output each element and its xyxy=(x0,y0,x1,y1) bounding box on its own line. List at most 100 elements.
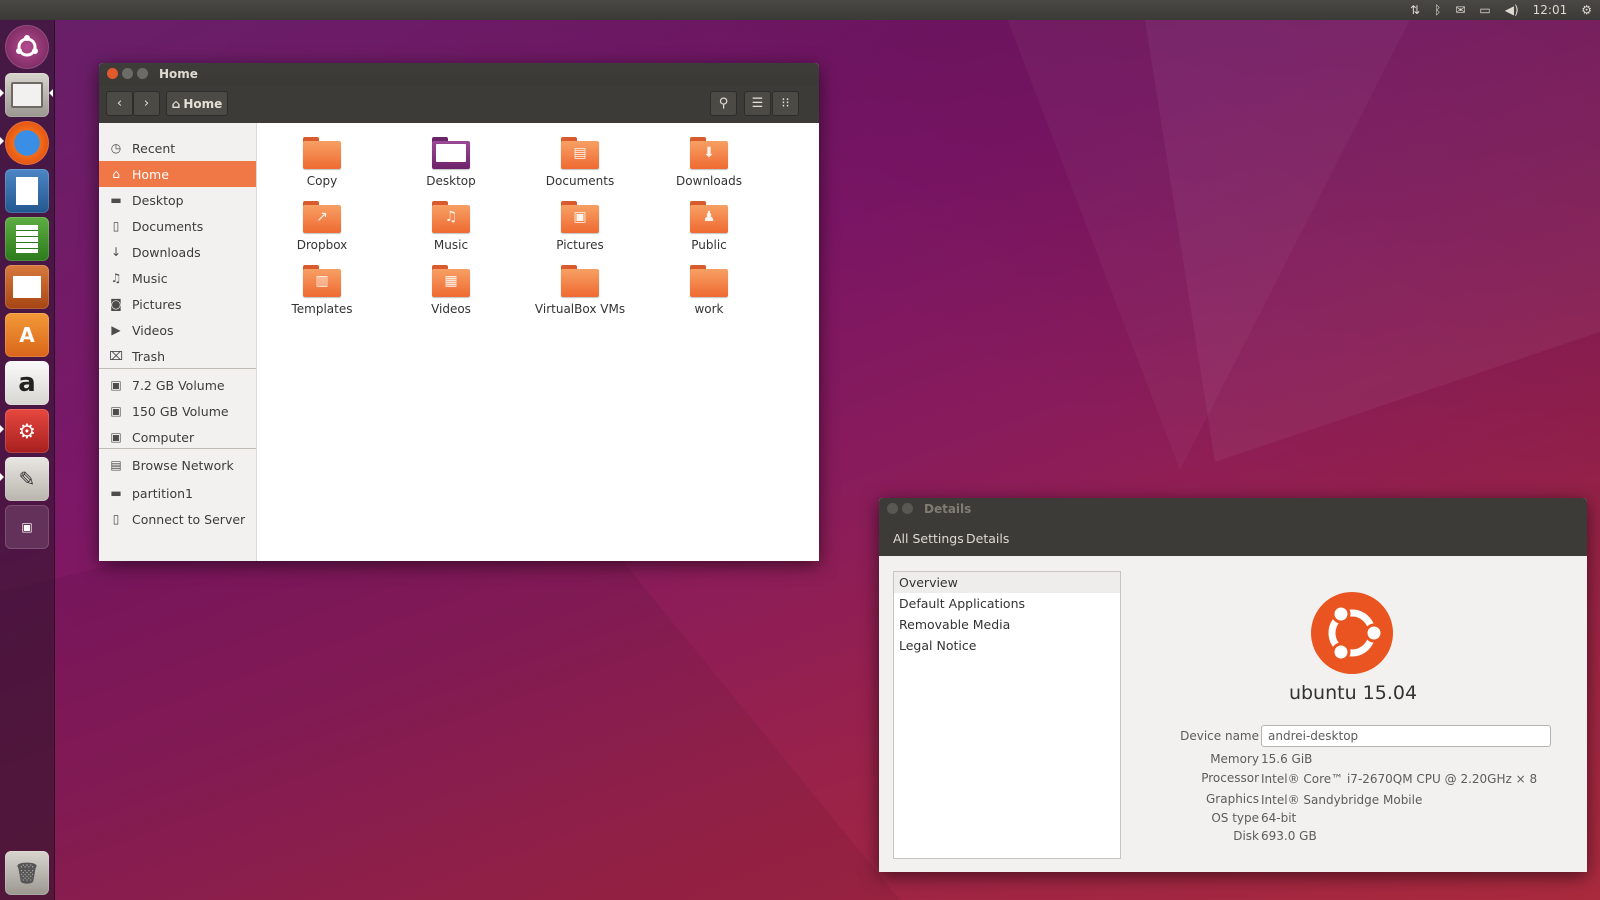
sidebar-item-partition1[interactable]: ▬ partition1 xyxy=(99,480,256,506)
minimize-icon[interactable] xyxy=(122,68,133,79)
top-panel: ⇅ ᛒ ✉ ▭ ◀) 12:01 ⚙ xyxy=(0,0,1600,20)
device-name-field[interactable]: andrei-desktop xyxy=(1261,725,1551,747)
folder-icon: ▤ xyxy=(561,137,599,169)
list-view-button[interactable]: ☰ xyxy=(744,91,771,116)
path-button-label: Home xyxy=(183,96,223,111)
firefox-icon[interactable] xyxy=(5,121,49,165)
clock[interactable]: 12:01 xyxy=(1533,3,1568,17)
sidebar-item-pictures[interactable]: ◙ Pictures xyxy=(99,291,256,317)
system-settings-icon[interactable]: ⚙ xyxy=(5,409,49,453)
folder-emblem-icon: ▥ xyxy=(315,273,329,289)
files-titlebar[interactable]: Home xyxy=(99,63,819,85)
os-type-value: 64-bit xyxy=(1261,811,1297,825)
details-titlebar[interactable]: Details xyxy=(879,498,1587,520)
libreoffice-impress-icon[interactable] xyxy=(5,265,49,309)
bluetooth-icon[interactable]: ᛒ xyxy=(1434,3,1441,17)
sidebar-item-music[interactable]: ♫ Music xyxy=(99,265,256,291)
section-overview[interactable]: Overview xyxy=(894,572,1120,593)
ubuntu-dash-icon[interactable] xyxy=(5,25,49,69)
running-indicator xyxy=(0,473,4,481)
sidebar-item-downloads[interactable]: ↓ Downloads xyxy=(99,239,256,265)
all-settings-button[interactable]: All Settings xyxy=(893,527,964,549)
battery-icon[interactable]: ▭ xyxy=(1479,3,1490,17)
folder-emblem-icon: ♫ xyxy=(444,209,458,225)
search-icon: ⚲ xyxy=(718,96,729,111)
grid-view-button[interactable]: ⁝⁝ xyxy=(772,91,799,116)
close-icon[interactable] xyxy=(107,68,118,79)
maximize-icon[interactable] xyxy=(137,68,148,79)
file-item-downloads[interactable]: ⬇ Downloads xyxy=(654,137,764,188)
back-button[interactable]: ‹ xyxy=(106,91,133,116)
details-breadcrumb[interactable]: Details xyxy=(966,527,1009,549)
sidebar-item-home[interactable]: ⌂ Home xyxy=(99,161,256,187)
gear-icon[interactable]: ⚙ xyxy=(1581,3,1592,17)
sidebar-item-desktop[interactable]: ▬ Desktop xyxy=(99,187,256,213)
details-section-list: Overview Default Applications Removable … xyxy=(893,571,1121,859)
text-editor-icon[interactable]: ✎ xyxy=(5,457,49,501)
memory-label: Memory xyxy=(1210,752,1259,766)
processor-value: Intel® Core™ i7-2670QM CPU @ 2.20GHz × 8 xyxy=(1261,772,1538,786)
software-center-icon[interactable]: A xyxy=(5,313,49,357)
mail-icon[interactable]: ✉ xyxy=(1455,3,1465,17)
amazon-icon[interactable]: a xyxy=(5,361,49,405)
files-icon[interactable] xyxy=(5,73,49,117)
device-name-label: Device name xyxy=(1180,729,1259,743)
sidebar-item-label: Desktop xyxy=(132,192,184,208)
file-item-public[interactable]: ♟ Public xyxy=(654,201,764,252)
sidebar-item-label: Trash xyxy=(132,348,166,364)
processor-label: Processor xyxy=(1201,771,1259,785)
folder-emblem-icon: ▣ xyxy=(573,209,587,225)
file-item-work[interactable]: work xyxy=(654,265,764,316)
sidebar-item-recent[interactable]: ◷ Recent xyxy=(99,135,256,161)
drive-icon: ▣ xyxy=(110,404,122,418)
sidebar-item-label: Music xyxy=(132,270,168,286)
network-icon: ▤ xyxy=(110,458,122,472)
disk-value: 693.0 GB xyxy=(1261,829,1317,843)
file-item-dropbox[interactable]: ↗ Dropbox xyxy=(267,201,377,252)
file-item-documents[interactable]: ▤ Documents xyxy=(525,137,635,188)
details-window: Details All Settings Details Overview De… xyxy=(879,498,1587,872)
file-item-desktop[interactable]: Desktop xyxy=(396,137,506,188)
file-item-label: Templates xyxy=(291,302,353,316)
section-default-applications[interactable]: Default Applications xyxy=(894,593,1120,614)
files-toolbar: ‹ › ⌂ Home ⚲ ☰ ⁝⁝ xyxy=(99,85,819,123)
graphics-label: Graphics xyxy=(1206,792,1259,806)
close-icon[interactable] xyxy=(887,503,898,514)
trash-icon: ⌧ xyxy=(109,349,123,363)
libreoffice-writer-icon[interactable] xyxy=(5,169,49,213)
sidebar-item-label: Computer xyxy=(132,429,195,445)
file-item-music[interactable]: ♫ Music xyxy=(396,201,506,252)
forward-button[interactable]: › xyxy=(133,91,160,116)
sidebar-item-connect-to-server[interactable]: ▯ Connect to Server xyxy=(99,506,256,532)
launcher: A a ⚙ ✎ ▣ 🗑 xyxy=(0,20,55,900)
folder-emblem-icon: ▤ xyxy=(573,145,587,161)
network-icon[interactable]: ⇅ xyxy=(1410,3,1420,17)
folder-icon xyxy=(303,137,341,169)
folder-emblem-icon: ▦ xyxy=(444,273,458,289)
path-button-home[interactable]: ⌂ Home xyxy=(166,91,228,116)
file-item-copy[interactable]: Copy xyxy=(267,137,377,188)
file-item-videos[interactable]: ▦ Videos xyxy=(396,265,506,316)
file-item-pictures[interactable]: ▣ Pictures xyxy=(525,201,635,252)
sidebar-item-trash[interactable]: ⌧ Trash xyxy=(99,343,256,369)
sidebar-item-videos[interactable]: ▶ Videos xyxy=(99,317,256,343)
folder-icon: ♫ xyxy=(432,201,470,233)
libreoffice-calc-icon[interactable] xyxy=(5,217,49,261)
workspace-switcher-icon[interactable]: ▣ xyxy=(5,505,49,549)
trash-icon[interactable]: 🗑 xyxy=(5,851,49,895)
volume-icon[interactable]: ◀) xyxy=(1505,3,1519,17)
section-removable-media[interactable]: Removable Media xyxy=(894,614,1120,635)
sidebar-item-150-gb-volume[interactable]: ▣ 150 GB Volume xyxy=(99,398,256,424)
window-title: Details xyxy=(924,502,972,516)
file-item-virtualbox-vms[interactable]: VirtualBox VMs xyxy=(525,265,635,316)
os-type-label: OS type xyxy=(1211,811,1259,825)
file-item-label: Downloads xyxy=(676,174,742,188)
file-item-templates[interactable]: ▥ Templates xyxy=(267,265,377,316)
minimize-icon[interactable] xyxy=(902,503,913,514)
section-legal-notice[interactable]: Legal Notice xyxy=(894,635,1120,656)
search-button[interactable]: ⚲ xyxy=(710,91,737,116)
sidebar-item-computer[interactable]: ▣ Computer xyxy=(99,424,256,450)
sidebar-item-7-2-gb-volume[interactable]: ▣ 7.2 GB Volume xyxy=(99,372,256,398)
sidebar-item-documents[interactable]: ▯ Documents xyxy=(99,213,256,239)
sidebar-item-browse-network[interactable]: ▤ Browse Network xyxy=(99,452,256,478)
